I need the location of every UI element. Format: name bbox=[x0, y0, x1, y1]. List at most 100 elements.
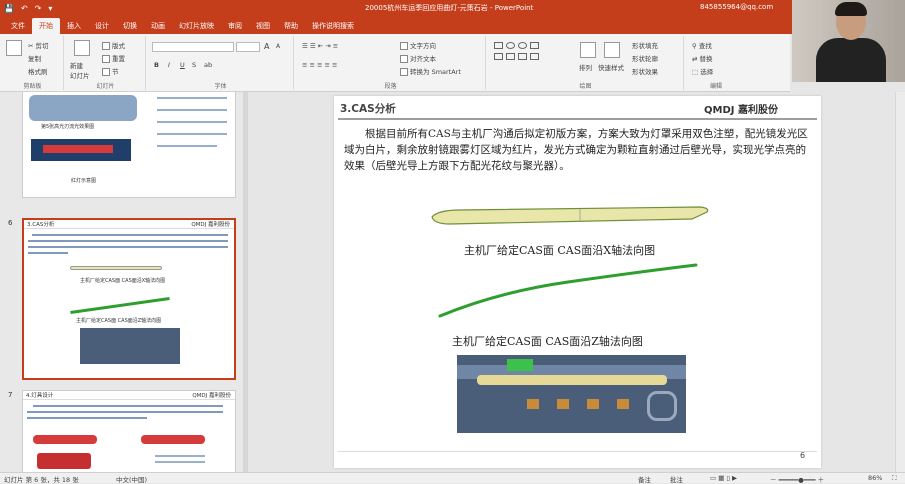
tell-me-search[interactable]: 操作说明搜索 bbox=[305, 18, 361, 34]
thumb5-caption-1: 第5张高光刃流光效果图 bbox=[41, 124, 95, 130]
slide-title[interactable]: 3.CAS分析 bbox=[340, 101, 396, 116]
thumbnail-slide-5[interactable]: 第5张高光刃流光效果图 红灯示意图 bbox=[22, 92, 236, 198]
shape-fill-button[interactable]: 形状填充 bbox=[632, 40, 658, 50]
thumb7-text-line bbox=[27, 411, 223, 413]
tab-transitions[interactable]: 切换 bbox=[116, 18, 144, 34]
shape-star-icon[interactable] bbox=[506, 53, 515, 60]
view-normal-icon[interactable]: ▭ ▦ ▯ ▶ bbox=[710, 474, 737, 482]
shape-brace-icon[interactable] bbox=[518, 53, 527, 60]
save-icon[interactable]: 💾 bbox=[4, 4, 14, 13]
smartart-icon bbox=[400, 68, 408, 76]
replace-button[interactable]: ⇄ 替换 bbox=[692, 53, 713, 63]
format-painter-button[interactable]: 格式刷 bbox=[28, 66, 48, 76]
thumb6-text-line bbox=[28, 246, 228, 248]
increase-font-button[interactable]: A bbox=[264, 42, 269, 51]
underline-button[interactable]: U bbox=[180, 61, 185, 69]
thumb6-yellow-part bbox=[70, 266, 162, 270]
reset-button[interactable]: 重置 bbox=[102, 53, 125, 63]
shape-arrow-icon[interactable] bbox=[494, 53, 503, 60]
thumbnail-slide-7[interactable]: 4.灯具设计 QMDJ 嘉利股份 bbox=[22, 390, 236, 472]
paste-icon[interactable] bbox=[6, 40, 22, 56]
shadow-button[interactable]: ab bbox=[204, 61, 212, 69]
arrange-button[interactable]: 排列 bbox=[579, 62, 592, 72]
editing-label: 编辑 bbox=[709, 83, 722, 90]
presenter-body bbox=[816, 38, 886, 82]
quick-styles-icon[interactable] bbox=[604, 42, 620, 58]
photo-orange-clip bbox=[527, 399, 539, 409]
thumb5-text-line bbox=[157, 121, 227, 123]
thumb6-header: 3.CAS分析 QMDJ 嘉利股份 bbox=[24, 220, 234, 229]
fit-to-window-icon[interactable]: ⛶ bbox=[892, 474, 897, 483]
tab-design[interactable]: 设计 bbox=[88, 18, 116, 34]
editing-group: ⚲ 查找 ⇄ 替换 ⬚ 选择 编辑 bbox=[686, 36, 746, 90]
ribbon: ✂ 剪切 复制 格式刷 剪贴板 新建 幻灯片 版式 重置 节 幻灯片 A A B… bbox=[0, 34, 790, 92]
ribbon-tabs: 文件 开始 插入 设计 切换 动画 幻灯片放映 审阅 视图 帮助 操作说明搜索 bbox=[0, 17, 905, 34]
photo-bracket bbox=[647, 391, 677, 421]
slide-body-text[interactable]: 根据目前所有CAS与主机厂沟通后拟定初版方案，方案大致为灯罩采用双色注塑，配光镜… bbox=[344, 126, 810, 174]
status-bar: 幻灯片 第 6 张，共 18 张 中文(中国) 备注 批注 ▭ ▦ ▯ ▶ － … bbox=[0, 472, 905, 484]
italic-button[interactable]: I bbox=[168, 61, 170, 69]
title-rule bbox=[338, 118, 817, 120]
select-icon: ⬚ bbox=[692, 68, 701, 76]
bold-button[interactable]: B bbox=[154, 61, 159, 69]
window-title: 20005杭州车运季回应用曲灯-元策石岩 - PowerPoint bbox=[365, 4, 534, 12]
thumbnail-slide-6[interactable]: 3.CAS分析 QMDJ 嘉利股份 主机厂给定CAS面 CAS面沿X轴法向图 主机… bbox=[22, 218, 236, 380]
thumbnail-number-7: 7 bbox=[8, 391, 13, 399]
decrease-font-button[interactable]: A bbox=[276, 43, 280, 50]
customize-icon[interactable]: ▾ bbox=[48, 4, 52, 13]
new-slide-button[interactable]: 新建 幻灯片 bbox=[70, 60, 90, 80]
quick-styles-button[interactable]: 快速样式 bbox=[598, 62, 624, 72]
caption-z-axis[interactable]: 主机厂给定CAS面 CAS面沿Z轴法向图 bbox=[452, 333, 643, 349]
shape-outline-button[interactable]: 形状轮廓 bbox=[632, 53, 658, 63]
font-group: A A B I U S ab 字体 bbox=[148, 36, 294, 90]
align-icons[interactable]: ≡ ≡ ≡ ≡ ≡ bbox=[302, 61, 338, 69]
layout-button[interactable]: 版式 bbox=[102, 40, 125, 50]
tab-view[interactable]: 视图 bbox=[249, 18, 277, 34]
photo-yellow-lens bbox=[477, 375, 667, 385]
thumb7-red-part-3 bbox=[37, 453, 91, 469]
thumb7-header: 4.灯具设计 QMDJ 嘉利股份 bbox=[23, 391, 235, 400]
tab-animations[interactable]: 动画 bbox=[144, 18, 172, 34]
thumb5-lamp-red bbox=[43, 145, 113, 153]
thumb5-text-line bbox=[157, 97, 227, 99]
shape-rectangle-icon[interactable] bbox=[494, 42, 503, 49]
cut-button[interactable]: ✂ 剪切 bbox=[28, 40, 49, 50]
align-text-button[interactable]: 对齐文本 bbox=[400, 53, 436, 63]
zoom-level[interactable]: 86% bbox=[868, 474, 882, 482]
shape-line-icon[interactable] bbox=[506, 42, 515, 49]
font-name-dropdown[interactable] bbox=[152, 42, 234, 52]
arrange-icon[interactable] bbox=[580, 42, 596, 58]
redo-icon[interactable]: ↷ bbox=[35, 4, 42, 13]
caption-x-axis[interactable]: 主机厂给定CAS面 CAS面沿X轴法向图 bbox=[464, 242, 655, 258]
copy-button[interactable]: 复制 bbox=[28, 53, 41, 63]
cas-z-view-part bbox=[438, 263, 698, 318]
section-button[interactable]: 节 bbox=[102, 66, 119, 76]
new-slide-icon[interactable] bbox=[74, 40, 90, 56]
thumb5-bumper-image bbox=[29, 95, 137, 121]
tab-home[interactable]: 开始 bbox=[32, 18, 60, 34]
undo-icon[interactable]: ↶ bbox=[21, 4, 28, 13]
current-slide[interactable]: 3.CAS分析 QMDJ 嘉利股份 根据目前所有CAS与主机厂沟通后拟定初版方案… bbox=[334, 96, 821, 468]
replace-icon: ⇄ bbox=[692, 55, 700, 63]
tab-review[interactable]: 审阅 bbox=[221, 18, 249, 34]
shape-oval-icon[interactable] bbox=[518, 42, 527, 49]
account-name[interactable]: 845855964@qq.com bbox=[700, 3, 773, 11]
shape-triangle-icon[interactable] bbox=[530, 42, 539, 49]
shape-more-icon[interactable] bbox=[530, 53, 539, 60]
tab-file[interactable]: 文件 bbox=[4, 18, 32, 34]
smartart-button[interactable]: 转换为 SmartArt bbox=[400, 66, 461, 76]
slide-vertical-scrollbar[interactable] bbox=[895, 92, 905, 472]
text-direction-button[interactable]: 文字方向 bbox=[400, 40, 436, 50]
tab-insert[interactable]: 插入 bbox=[60, 18, 88, 34]
shape-effects-button[interactable]: 形状效果 bbox=[632, 66, 658, 76]
font-size-dropdown[interactable] bbox=[236, 42, 260, 52]
select-button[interactable]: ⬚ 选择 bbox=[692, 66, 713, 76]
find-button[interactable]: ⚲ 查找 bbox=[692, 40, 712, 50]
bullets-icon[interactable]: ☰ ☰ ⇤ ⇥ ≡ bbox=[302, 42, 338, 50]
presenter-hair bbox=[835, 2, 867, 16]
tab-slideshow[interactable]: 幻灯片放映 bbox=[172, 18, 221, 34]
search-icon: ⚲ bbox=[692, 42, 699, 50]
slide-footer bbox=[338, 451, 817, 463]
tab-help[interactable]: 帮助 bbox=[277, 18, 305, 34]
strikethrough-button[interactable]: S bbox=[192, 61, 196, 69]
